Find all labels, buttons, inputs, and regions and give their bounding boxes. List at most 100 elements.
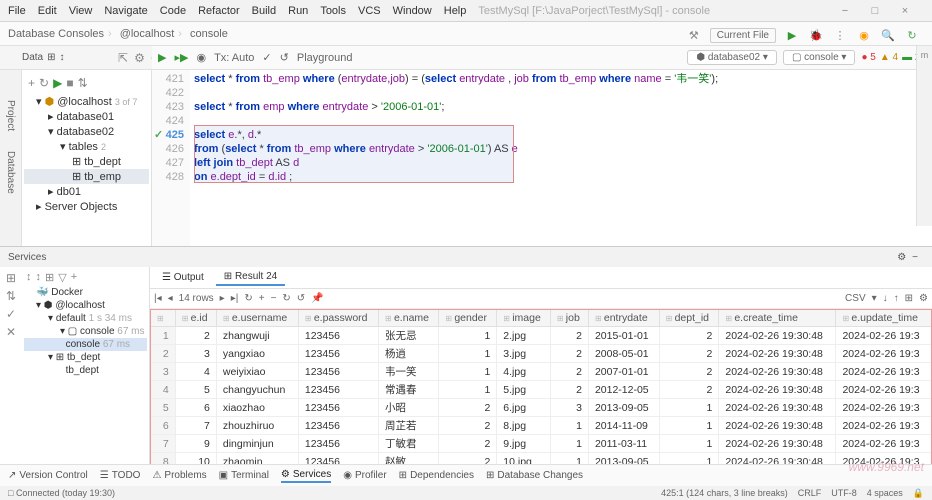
column-header[interactable]: gender	[439, 310, 497, 327]
explain-icon[interactable]: ◉	[196, 51, 206, 64]
maximize-icon[interactable]: □	[868, 5, 882, 17]
rollback-icon[interactable]: ↺	[280, 51, 289, 64]
console-node[interactable]: console 67 ms	[24, 338, 147, 351]
prev-icon[interactable]: ◂	[168, 293, 173, 304]
table-row[interactable]: 12zhangwuji123456张无忌12.jpg22015-01-01220…	[151, 327, 932, 345]
todo-tab[interactable]: ☰ TODO	[100, 470, 141, 481]
collapse-icon[interactable]: ↕	[36, 271, 42, 284]
column-header[interactable]: image	[497, 310, 551, 327]
problems-tab[interactable]: ⚠ Problems	[152, 470, 206, 481]
tree-db[interactable]: ▸ database01	[24, 109, 149, 124]
default-node[interactable]: ▾ default 1 s 34 ms	[24, 312, 147, 325]
menu-run[interactable]: Run	[288, 5, 308, 17]
column-header[interactable]: e.update_time	[836, 310, 932, 327]
pin-icon[interactable]: 📌	[311, 293, 323, 304]
sync-icon[interactable]: ↻	[904, 27, 920, 43]
table-row[interactable]: 23yangxiao123456杨逍13.jpg22008-05-0122024…	[151, 345, 932, 363]
menu-edit[interactable]: Edit	[38, 5, 57, 17]
last-icon[interactable]: ▸|	[231, 293, 239, 304]
del-row-icon[interactable]: −	[271, 293, 277, 304]
more-icon[interactable]: ⋮	[832, 27, 848, 43]
tree-db[interactable]: ▾ database02	[24, 124, 149, 139]
nav-stop-icon[interactable]: ■	[66, 76, 73, 90]
output-tab[interactable]: ☰ Output	[154, 270, 212, 285]
commit-icon[interactable]: ✓	[262, 51, 271, 64]
expand-icon[interactable]: ↕	[60, 52, 65, 63]
column-header[interactable]: e.create_time	[719, 310, 836, 327]
breadcrumb-item[interactable]: console	[190, 28, 228, 40]
m-icon[interactable]: m	[921, 50, 929, 60]
column-header[interactable]: e.id	[175, 310, 216, 327]
indent[interactable]: 4 spaces	[867, 488, 903, 498]
table-row[interactable]: 34weiyixiao123456韦一笑14.jpg22007-01-01220…	[151, 363, 932, 381]
code-area[interactable]: select * from tb_emp where (entrydate,jo…	[190, 70, 932, 246]
tree-table-item[interactable]: ⊞ tb_dept	[24, 154, 149, 169]
nav-filter-icon[interactable]: ⇅	[78, 76, 88, 90]
tbdept-node[interactable]: ▾ ⊞ tb_dept	[24, 351, 147, 364]
console-pill[interactable]: ▢ console ▾	[783, 50, 856, 65]
filter-icon[interactable]: ⇅	[2, 289, 20, 303]
nav-add-icon[interactable]: +	[28, 76, 35, 90]
tree-tables[interactable]: ▾ tables 2	[24, 139, 149, 154]
hammer-icon[interactable]: ⚒	[686, 27, 702, 43]
result-tab[interactable]: ⊞ Result 24	[216, 269, 285, 286]
close-icon[interactable]: ✕	[2, 325, 20, 339]
settings-icon[interactable]: ⊞	[47, 52, 55, 63]
column-header[interactable]: e.password	[298, 310, 378, 327]
run-config[interactable]: Current File	[710, 28, 776, 43]
plus-icon[interactable]: +	[71, 271, 77, 284]
column-header[interactable]: e.name	[379, 310, 439, 327]
menu-build[interactable]: Build	[252, 5, 276, 17]
column-header[interactable]: dept_id	[659, 310, 719, 327]
tree-host[interactable]: ▾ ⬢ @localhost 3 of 7	[24, 94, 149, 109]
menu-code[interactable]: Code	[160, 5, 186, 17]
view-icon[interactable]: ⊞	[905, 293, 913, 304]
result-grid[interactable]: e.ide.usernamee.passworde.namegenderimag…	[150, 309, 932, 477]
revert-icon[interactable]: ↺	[297, 293, 305, 304]
check-icon[interactable]: ✓	[2, 307, 20, 321]
export-icon[interactable]: ↓	[883, 293, 888, 304]
gear-icon[interactable]: ⚙	[897, 252, 906, 263]
stop-icon[interactable]: ◉	[856, 27, 872, 43]
table-row[interactable]: 56xiaozhao123456小昭26.jpg32013-09-0512024…	[151, 399, 932, 417]
table-row[interactable]: 67zhouzhiruo123456周芷若28.jpg12014-11-0912…	[151, 417, 932, 435]
menu-view[interactable]: View	[69, 5, 93, 17]
console-node[interactable]: ▾ ▢ console 67 ms	[24, 325, 147, 338]
terminal-tab[interactable]: ▣ Terminal	[219, 470, 269, 481]
table-row[interactable]: 79dingminjun123456丁敏君29.jpg12011-03-1112…	[151, 435, 932, 453]
datasource-pill[interactable]: ⬢ database02 ▾	[687, 50, 777, 65]
next-icon[interactable]: ▸	[220, 293, 225, 304]
vcs-tab[interactable]: ↗ Version Control	[8, 470, 88, 481]
close-icon[interactable]: ×	[898, 5, 912, 17]
docker-node[interactable]: 🐳 Docker	[24, 286, 147, 299]
cursor-pos[interactable]: 425:1 (124 chars, 3 line breaks)	[661, 488, 788, 498]
breadcrumb-item[interactable]: Database Consoles	[8, 28, 116, 40]
import-icon[interactable]: ↑	[894, 293, 899, 304]
menu-vcs[interactable]: VCS	[358, 5, 381, 17]
host-node[interactable]: ▾ ⬢ @localhost	[24, 299, 147, 312]
csv-select[interactable]: CSV	[845, 293, 866, 304]
line-sep[interactable]: CRLF	[798, 488, 822, 498]
nav-refresh-icon[interactable]: ↻	[39, 76, 49, 90]
tree-table-item[interactable]: ⊞ tb_emp	[24, 169, 149, 184]
database-tab[interactable]: Database	[5, 151, 16, 194]
gear-icon[interactable]: ⚙	[134, 51, 145, 65]
debug-icon[interactable]: 🐞	[808, 27, 824, 43]
menu-file[interactable]: File	[8, 5, 26, 17]
menu-navigate[interactable]: Navigate	[104, 5, 147, 17]
expand-icon[interactable]: ↕	[26, 271, 32, 284]
encoding[interactable]: UTF-8	[831, 488, 857, 498]
menu-help[interactable]: Help	[444, 5, 467, 17]
minimize-icon[interactable]: −	[838, 5, 852, 17]
settings-icon[interactable]: ⚙	[919, 293, 928, 304]
exec-script-icon[interactable]: ▸▶	[174, 51, 188, 64]
hide-icon[interactable]: −	[912, 252, 918, 263]
tree-server[interactable]: ▸ Server Objects	[24, 199, 149, 214]
playground[interactable]: Playground	[297, 52, 353, 64]
menu-refactor[interactable]: Refactor	[198, 5, 240, 17]
column-header[interactable]: e.username	[216, 310, 298, 327]
tbdept-child[interactable]: tb_dept	[24, 364, 147, 377]
menu-window[interactable]: Window	[393, 5, 432, 17]
sql-editor[interactable]: ▶ ▸▶ ◉ Tx: Auto ✓ ↺ Playground ⬢ databas…	[152, 70, 932, 246]
breadcrumb-item[interactable]: @localhost	[120, 28, 186, 40]
